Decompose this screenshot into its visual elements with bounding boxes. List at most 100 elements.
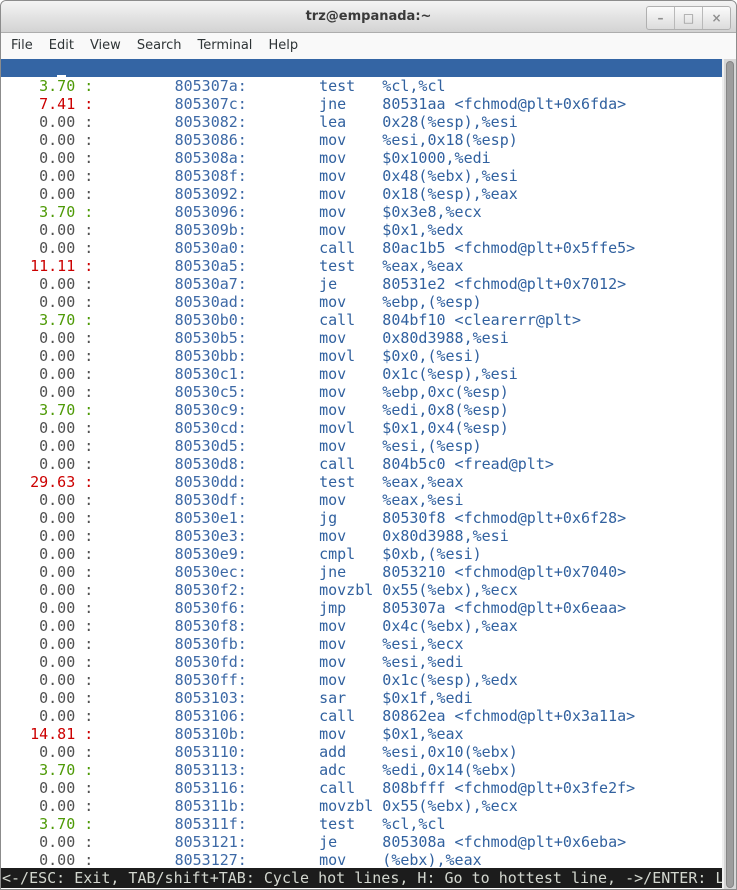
- asm-row[interactable]: 0.00 : 80530b5: mov 0x80d3988,%esi: [1, 329, 736, 347]
- menu-item-view[interactable]: View: [82, 33, 129, 59]
- close-button[interactable]: ×: [702, 7, 730, 29]
- asm-row[interactable]: 0.00 : 8053121: je 805308a <fchmod@plt+0…: [1, 833, 736, 851]
- terminal-viewport[interactable]: udhcpc main 3.70 : 805307a: test %cl,%cl…: [1, 59, 736, 890]
- asm-row[interactable]: 0.00 : 8053103: sar $0x1f,%edi: [1, 689, 736, 707]
- asm-row[interactable]: 0.00 : 80530e3: mov 0x80d3988,%esi: [1, 527, 736, 545]
- asm-row[interactable]: 0.00 : 80530f2: movzbl 0x55(%ebx),%ecx: [1, 581, 736, 599]
- asm-row[interactable]: 0.00 : 80530fb: mov %esi,%ecx: [1, 635, 736, 653]
- asm-row[interactable]: 0.00 : 80530d8: call 804b5c0 <fread@plt>: [1, 455, 736, 473]
- instruction-address: 80530c9:: [102, 401, 247, 419]
- instruction-text: mov %ebp,0xc(%esp): [247, 383, 509, 401]
- instruction-address: 80530e3:: [102, 527, 247, 545]
- scrollbar-thumb[interactable]: [726, 61, 734, 888]
- sample-percent: 0.00 :: [3, 167, 102, 185]
- sample-percent: 0.00 :: [3, 365, 102, 383]
- asm-row[interactable]: 0.00 : 80530df: mov %eax,%esi: [1, 491, 736, 509]
- instruction-text: jg 80530f8 <fchmod@plt+0x6f28>: [247, 509, 626, 527]
- asm-row[interactable]: 3.70 : 805311f: test %cl,%cl: [1, 815, 736, 833]
- menu-item-help[interactable]: Help: [260, 33, 306, 59]
- sample-percent: 0.00 :: [3, 599, 102, 617]
- sample-percent: 0.00 :: [3, 797, 102, 815]
- asm-row[interactable]: 0.00 : 80530e9: cmpl $0xb,(%esi): [1, 545, 736, 563]
- sample-percent: 0.00 :: [3, 689, 102, 707]
- instruction-address: 80530d5:: [102, 437, 247, 455]
- instruction-text: test %eax,%eax: [247, 473, 464, 491]
- asm-row[interactable]: 0.00 : 8053086: mov %esi,0x18(%esp): [1, 131, 736, 149]
- title-bar[interactable]: trz@empanada:~ –□×: [1, 1, 736, 33]
- instruction-text: mov $0x1,%eax: [247, 725, 464, 743]
- instruction-text: mov %ebp,(%esp): [247, 293, 482, 311]
- instruction-address: 805311b:: [102, 797, 247, 815]
- asm-row[interactable]: 3.70 : 8053113: adc %edi,0x14(%ebx): [1, 761, 736, 779]
- asm-row[interactable]: 3.70 : 80530b0: call 804bf10 <clearerr@p…: [1, 311, 736, 329]
- menu-item-search[interactable]: Search: [129, 33, 190, 59]
- instruction-address: 805309b:: [102, 221, 247, 239]
- asm-row[interactable]: 0.00 : 805308f: mov 0x48(%ebx),%esi: [1, 167, 736, 185]
- asm-row[interactable]: 0.00 : 80530cd: movl $0x1,0x4(%esp): [1, 419, 736, 437]
- instruction-address: 80530a5:: [102, 257, 247, 275]
- asm-row[interactable]: 0.00 : 80530bb: movl $0x0,(%esi): [1, 347, 736, 365]
- asm-row[interactable]: 0.00 : 805308a: mov $0x1000,%edi: [1, 149, 736, 167]
- asm-row[interactable]: 0.00 : 80530ff: mov 0x1c(%esp),%edx: [1, 671, 736, 689]
- asm-row[interactable]: 0.00 : 8053092: mov 0x18(%esp),%eax: [1, 185, 736, 203]
- minimize-button[interactable]: –: [647, 7, 674, 29]
- asm-row[interactable]: 11.11 : 80530a5: test %eax,%eax: [1, 257, 736, 275]
- instruction-address: 80530e1:: [102, 509, 247, 527]
- instruction-text: mov %esi,0x18(%esp): [247, 131, 518, 149]
- asm-row[interactable]: 0.00 : 80530a0: call 80ac1b5 <fchmod@plt…: [1, 239, 736, 257]
- asm-row[interactable]: 0.00 : 80530ad: mov %ebp,(%esp): [1, 293, 736, 311]
- instruction-text: add %esi,0x10(%ebx): [247, 743, 518, 761]
- instruction-address: 8053127:: [102, 851, 247, 869]
- scrollbar[interactable]: [722, 59, 736, 890]
- instruction-text: sar $0x1f,%edi: [247, 689, 473, 707]
- status-bar: <-/ESC: Exit, TAB/shift+TAB: Cycle hot l…: [1, 868, 722, 888]
- instruction-text: mov %esi,(%esp): [247, 437, 482, 455]
- asm-row[interactable]: 0.00 : 80530a7: je 80531e2 <fchmod@plt+0…: [1, 275, 736, 293]
- instruction-address: 80530f2:: [102, 581, 247, 599]
- menu-item-terminal[interactable]: Terminal: [189, 33, 260, 59]
- instruction-text: mov $0x1,%edx: [247, 221, 464, 239]
- sample-percent: 0.00 :: [3, 293, 102, 311]
- asm-row[interactable]: 0.00 : 80530f6: jmp 805307a <fchmod@plt+…: [1, 599, 736, 617]
- menu-item-file[interactable]: File: [3, 33, 41, 59]
- sample-percent: 3.70 :: [3, 311, 102, 329]
- asm-row[interactable]: 0.00 : 8053127: mov (%ebx),%eax: [1, 851, 736, 869]
- window-title: trz@empanada:~: [1, 1, 736, 32]
- asm-row[interactable]: 0.00 : 80530ec: jne 8053210 <fchmod@plt+…: [1, 563, 736, 581]
- menu-item-edit[interactable]: Edit: [41, 33, 82, 59]
- asm-row[interactable]: 0.00 : 80530fd: mov %esi,%edi: [1, 653, 736, 671]
- asm-row[interactable]: 0.00 : 805309b: mov $0x1,%edx: [1, 221, 736, 239]
- instruction-address: 80530f6:: [102, 599, 247, 617]
- asm-row[interactable]: 0.00 : 80530d5: mov %esi,(%esp): [1, 437, 736, 455]
- asm-row[interactable]: 14.81 : 805310b: mov $0x1,%eax: [1, 725, 736, 743]
- instruction-text: je 80531e2 <fchmod@plt+0x7012>: [247, 275, 626, 293]
- instruction-text: mov %esi,%edi: [247, 653, 464, 671]
- asm-row[interactable]: 3.70 : 805307a: test %cl,%cl: [1, 77, 736, 95]
- asm-row[interactable]: 0.00 : 8053106: call 80862ea <fchmod@plt…: [1, 707, 736, 725]
- instruction-address: 8053086:: [102, 131, 247, 149]
- instruction-text: test %eax,%eax: [247, 257, 464, 275]
- asm-row[interactable]: 29.63 : 80530dd: test %eax,%eax: [1, 473, 736, 491]
- asm-row[interactable]: 3.70 : 8053096: mov $0x3e8,%ecx: [1, 203, 736, 221]
- sample-percent: 0.00 :: [3, 653, 102, 671]
- sample-percent: 0.00 :: [3, 113, 102, 131]
- sample-percent: 0.00 :: [3, 239, 102, 257]
- asm-row[interactable]: 0.00 : 80530c5: mov %ebp,0xc(%esp): [1, 383, 736, 401]
- instruction-address: 80530a7:: [102, 275, 247, 293]
- asm-row[interactable]: 0.00 : 80530e1: jg 80530f8 <fchmod@plt+0…: [1, 509, 736, 527]
- asm-row[interactable]: 0.00 : 8053116: call 808bfff <fchmod@plt…: [1, 779, 736, 797]
- instruction-address: 80530cd:: [102, 419, 247, 437]
- asm-row[interactable]: 3.70 : 80530c9: mov %edi,0x8(%esp): [1, 401, 736, 419]
- asm-row[interactable]: 0.00 : 80530f8: mov 0x4c(%ebx),%eax: [1, 617, 736, 635]
- asm-row[interactable]: 0.00 : 8053082: lea 0x28(%esp),%esi: [1, 113, 736, 131]
- sample-percent: 0.00 :: [3, 833, 102, 851]
- asm-row[interactable]: 0.00 : 805311b: movzbl 0x55(%ebx),%ecx: [1, 797, 736, 815]
- asm-row[interactable]: 0.00 : 80530c1: mov 0x1c(%esp),%esi: [1, 365, 736, 383]
- asm-row[interactable]: 0.00 : 8053110: add %esi,0x10(%ebx): [1, 743, 736, 761]
- instruction-address: 80530f8:: [102, 617, 247, 635]
- asm-row[interactable]: 7.41 : 805307c: jne 80531aa <fchmod@plt+…: [1, 95, 736, 113]
- instruction-address: 80530fd:: [102, 653, 247, 671]
- instruction-address: 805308a:: [102, 149, 247, 167]
- sample-percent: 14.81 :: [3, 725, 102, 743]
- maximize-button[interactable]: □: [674, 7, 702, 29]
